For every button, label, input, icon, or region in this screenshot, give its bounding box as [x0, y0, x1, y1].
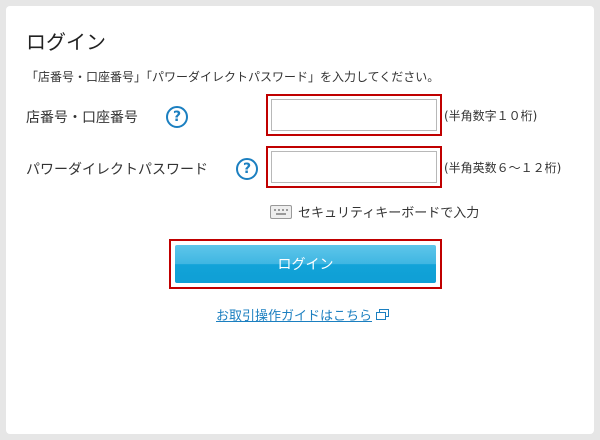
login-button-highlight: ログイン — [169, 239, 442, 289]
password-input-highlight — [266, 146, 442, 188]
account-input-highlight — [266, 94, 442, 136]
account-number-hint: (半角数字１０桁) — [444, 109, 538, 123]
account-number-label: 店番号・口座番号 — [26, 110, 138, 126]
account-help-icon[interactable]: ? — [166, 106, 188, 128]
password-help-icon[interactable]: ? — [236, 158, 258, 180]
login-panel: ログイン 「店番号・口座番号」「パワーダイレクトパスワード」を入力してください。… — [6, 6, 594, 434]
account-number-input[interactable] — [271, 99, 437, 131]
keyboard-icon — [270, 204, 292, 219]
security-keyboard-link[interactable]: セキュリティキーボードで入力 — [270, 202, 479, 221]
external-window-icon — [376, 309, 390, 320]
instruction-text: 「店番号・口座番号」「パワーダイレクトパスワード」を入力してください。 — [26, 70, 440, 84]
password-label: パワーダイレクトパスワード — [26, 162, 208, 178]
login-button[interactable]: ログイン — [175, 245, 436, 283]
operation-guide-label: お取引操作ガイドはこちら — [216, 309, 373, 324]
page-title: ログイン — [26, 30, 106, 54]
operation-guide-link[interactable]: お取引操作ガイドはこちら — [216, 305, 390, 324]
password-input[interactable] — [271, 151, 437, 183]
security-keyboard-label: セキュリティキーボードで入力 — [298, 206, 480, 221]
password-hint: (半角英数６～１２桁) — [444, 161, 562, 175]
